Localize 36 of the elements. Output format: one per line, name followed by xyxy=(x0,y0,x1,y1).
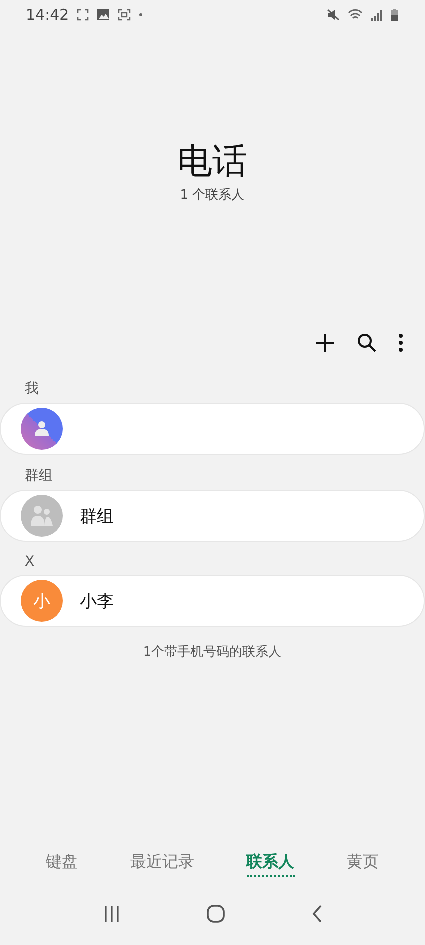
tab[interactable]: 键盘 xyxy=(46,850,78,876)
contact-summary: 1个带手机号码的联系人 xyxy=(143,644,282,661)
clock-time: 14:42 xyxy=(26,6,70,24)
contact-row[interactable]: 小 小李 xyxy=(0,575,425,627)
app-title: 电话 xyxy=(178,141,248,184)
image-icon xyxy=(97,9,110,21)
add-button[interactable] xyxy=(313,331,337,355)
battery-icon xyxy=(391,8,399,22)
more-icon xyxy=(399,334,403,352)
section-header: 我 xyxy=(24,380,39,399)
tab[interactable]: 黄页 xyxy=(346,850,379,876)
recents-icon xyxy=(104,905,120,923)
wifi-icon xyxy=(348,9,363,21)
dot-icon xyxy=(139,13,144,17)
contact-avatar: 小 xyxy=(21,580,63,622)
section-header: X xyxy=(24,553,35,572)
scan-icon xyxy=(118,9,132,21)
section-header: 群组 xyxy=(24,467,53,486)
search-icon xyxy=(357,333,377,353)
search-button[interactable] xyxy=(355,331,379,355)
more-button[interactable] xyxy=(397,332,405,354)
group-avatar-icon xyxy=(21,495,63,537)
plus-icon xyxy=(315,333,335,353)
contact-row[interactable] xyxy=(0,403,425,455)
contact-name: 群组 xyxy=(80,506,114,528)
back-icon xyxy=(312,905,322,923)
signal-icon xyxy=(371,9,383,21)
profile-avatar-icon xyxy=(21,408,63,450)
contact-count: 1 个联系人 xyxy=(180,187,245,204)
tab[interactable]: 最近记录 xyxy=(130,850,194,876)
tab[interactable]: 联系人 xyxy=(246,850,295,876)
mute-icon xyxy=(327,9,340,21)
home-icon xyxy=(206,905,224,923)
contact-name: 小李 xyxy=(80,590,114,612)
screenshot-icon xyxy=(77,9,90,21)
contact-row[interactable]: 群组 xyxy=(0,490,425,542)
